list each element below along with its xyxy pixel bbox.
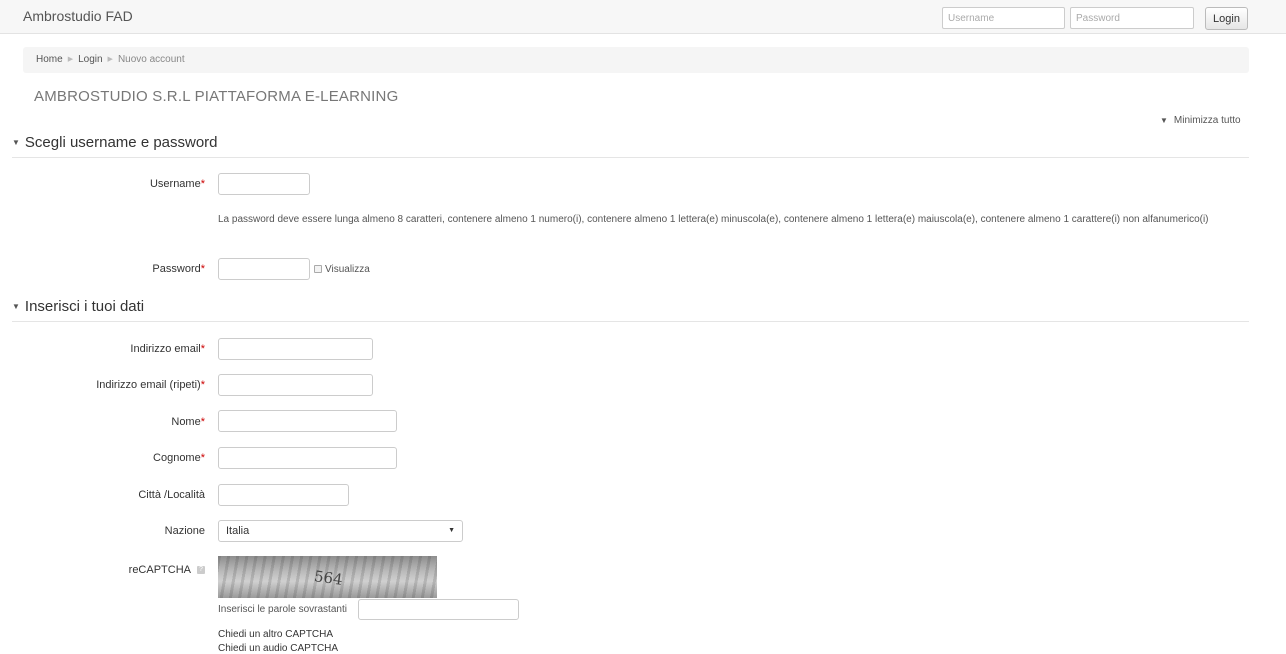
section-personal-title: Inserisci i tuoi dati xyxy=(24,298,145,315)
breadcrumb-home[interactable]: Home xyxy=(36,54,63,65)
required-marker: * xyxy=(200,343,205,355)
surname-field[interactable] xyxy=(218,447,397,469)
captcha-prompt: Inserisci le parole sovrastanti xyxy=(218,604,347,615)
show-password-label: Visualizza xyxy=(325,264,370,275)
required-marker: * xyxy=(200,178,205,190)
page-title: AMBROSTUDIO S.R.L PIATTAFORMA E-LEARNING xyxy=(34,88,399,105)
city-label: Città /Località xyxy=(138,489,205,501)
breadcrumb-login[interactable]: Login xyxy=(78,54,102,65)
nav-username-input[interactable] xyxy=(942,7,1065,29)
caret-down-icon: ▼ xyxy=(12,302,20,311)
captcha-audio-link[interactable]: Chiedi un audio CAPTCHA xyxy=(218,643,338,654)
password-label: Password* xyxy=(152,263,205,275)
section-credentials-header[interactable]: ▼ Scegli username e password xyxy=(12,134,1249,158)
email-repeat-field[interactable] xyxy=(218,374,373,396)
required-marker: * xyxy=(200,416,205,428)
show-password-checkbox[interactable] xyxy=(314,265,322,274)
email-repeat-label: Indirizzo email (ripeti)* xyxy=(96,379,205,391)
breadcrumb-separator-icon: ▶ xyxy=(107,56,113,63)
surname-label-text: Cognome xyxy=(153,452,201,464)
country-select-value: Italia xyxy=(226,525,250,537)
password-label-text: Password xyxy=(152,263,201,275)
captcha-label-text: reCAPTCHA xyxy=(128,564,191,576)
caret-down-icon: ▼ xyxy=(1160,116,1168,125)
site-brand[interactable]: Ambrostudio FAD xyxy=(23,8,133,24)
password-hint: La password deve essere lunga almeno 8 c… xyxy=(218,214,1209,225)
country-label: Nazione xyxy=(164,525,205,537)
captcha-image: 564 xyxy=(218,556,437,598)
show-password-toggle[interactable]: Visualizza xyxy=(314,264,370,275)
surname-label: Cognome* xyxy=(153,452,205,464)
username-field[interactable] xyxy=(218,173,310,195)
captcha-label: reCAPTCHA? xyxy=(129,564,205,576)
section-personal-header[interactable]: ▼ Inserisci i tuoi dati xyxy=(12,298,1249,322)
name-field[interactable] xyxy=(218,410,397,432)
captcha-field[interactable] xyxy=(358,599,519,620)
email-repeat-label-text: Indirizzo email (ripeti) xyxy=(96,379,201,391)
name-label: Nome* xyxy=(171,416,205,428)
password-field[interactable] xyxy=(218,258,310,280)
country-select[interactable]: Italia ▼ xyxy=(218,520,463,542)
username-label-text: Username xyxy=(149,178,201,190)
navbar: Ambrostudio FAD Login xyxy=(0,0,1286,34)
login-button[interactable]: Login xyxy=(1205,7,1248,30)
collapse-all-label: Minimizza tutto xyxy=(1173,115,1241,126)
city-field[interactable] xyxy=(218,484,349,506)
email-field[interactable] xyxy=(218,338,373,360)
help-icon[interactable]: ? xyxy=(197,566,205,575)
required-marker: * xyxy=(200,263,205,275)
caret-down-icon: ▼ xyxy=(12,138,20,147)
nav-password-input[interactable] xyxy=(1070,7,1194,29)
username-label: Username* xyxy=(150,178,205,190)
required-marker: * xyxy=(200,452,205,464)
email-label-text: Indirizzo email xyxy=(130,343,201,355)
select-arrow-icon: ▼ xyxy=(448,527,455,534)
breadcrumb: Home ▶ Login ▶ Nuovo account xyxy=(23,47,1249,73)
captcha-new-link[interactable]: Chiedi un altro CAPTCHA xyxy=(218,629,333,640)
collapse-all-link[interactable]: ▼ Minimizza tutto xyxy=(1160,115,1241,126)
captcha-word: 564 xyxy=(312,567,344,589)
breadcrumb-separator-icon: ▶ xyxy=(67,56,74,63)
email-label: Indirizzo email* xyxy=(130,343,205,355)
section-credentials-title: Scegli username e password xyxy=(24,134,218,151)
required-marker: * xyxy=(200,379,205,391)
name-label-text: Nome xyxy=(171,416,201,428)
breadcrumb-current: Nuovo account xyxy=(117,54,185,65)
